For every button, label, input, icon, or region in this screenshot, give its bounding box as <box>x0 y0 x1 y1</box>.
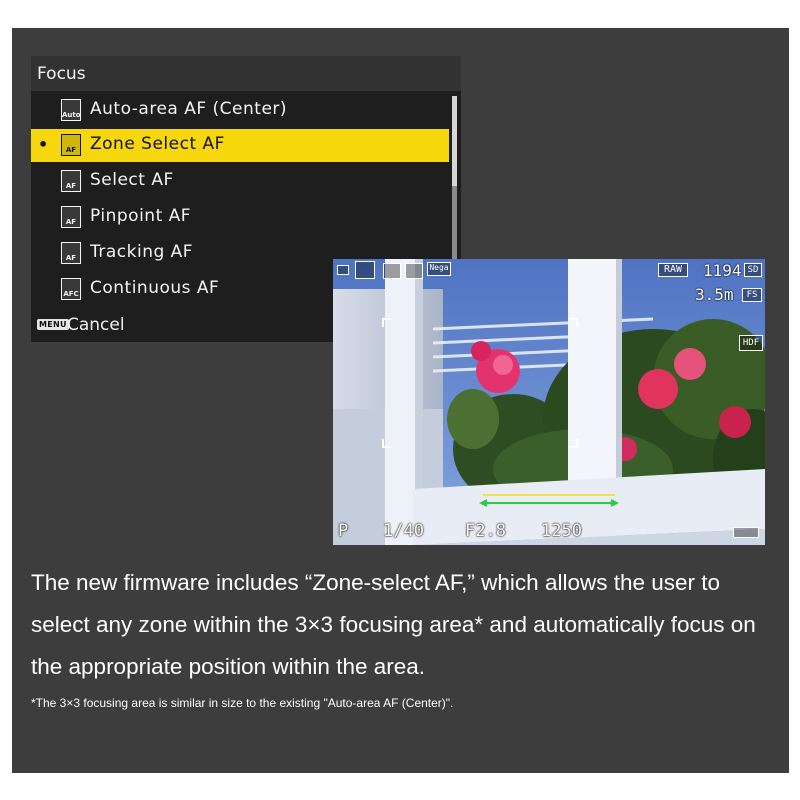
screen-mode-icon <box>337 265 349 275</box>
sd-card-icon: SD <box>744 263 762 277</box>
shots-remaining: 1194 <box>703 261 742 280</box>
raw-badge: RAW <box>658 263 688 277</box>
menu-item-label: Continuous AF <box>90 278 220 298</box>
menu-title: Focus <box>31 56 461 91</box>
menu-item-pinpoint-af[interactable]: AF Pinpoint AF <box>31 201 449 234</box>
aperture: F2.8 <box>465 521 506 541</box>
menu-item-label: Pinpoint AF <box>90 206 192 226</box>
focus-mode-icon <box>355 261 375 279</box>
menu-item-label: Select AF <box>90 170 174 190</box>
auto-area-af-icon: Auto <box>61 99 81 121</box>
menu-item-label: Zone Select AF <box>90 134 225 154</box>
menu-item-label: Auto-area AF (Center) <box>90 99 288 119</box>
menu-item-zone-select-af[interactable]: • AF Zone Select AF <box>31 129 449 162</box>
menu-key-icon: MENU <box>37 319 69 330</box>
cancel-label: Cancel <box>67 315 125 335</box>
pinpoint-af-icon: AF <box>61 206 81 228</box>
exposure-mode: P <box>338 521 349 541</box>
zone-select-af-icon: AF <box>61 134 81 156</box>
battery-icon <box>733 527 759 538</box>
menu-item-label: Tracking AF <box>90 242 194 262</box>
zoom-icon <box>405 263 423 279</box>
iso-value: 1250 <box>541 521 582 541</box>
nega-icon: Nega <box>427 262 451 276</box>
hdf-icon: HDF <box>739 335 763 351</box>
menu-item-select-af[interactable]: AF Select AF <box>31 165 449 198</box>
selected-bullet: • <box>38 135 49 154</box>
af-area-icon <box>383 263 401 279</box>
focus-distance: 3.5m <box>695 285 734 304</box>
continuous-af-icon: AFC <box>61 278 81 300</box>
tracking-af-icon: AF <box>61 242 81 264</box>
description-text: The new firmware includes “Zone-select A… <box>31 570 756 679</box>
shutter-speed: 1/40 <box>383 521 424 541</box>
menu-item-auto-area-af[interactable]: Auto Auto-area AF (Center) <box>31 94 449 127</box>
live-view-screen: Nega RAW 1194 SD 3.5m FS HDF P 1/40 F2.8… <box>333 259 765 545</box>
menu-scrollbar-thumb[interactable] <box>452 96 457 186</box>
select-af-icon: AF <box>61 170 81 192</box>
fs-icon: FS <box>742 288 762 302</box>
footnote-text: *The 3×3 focusing area is similar in siz… <box>31 696 454 710</box>
